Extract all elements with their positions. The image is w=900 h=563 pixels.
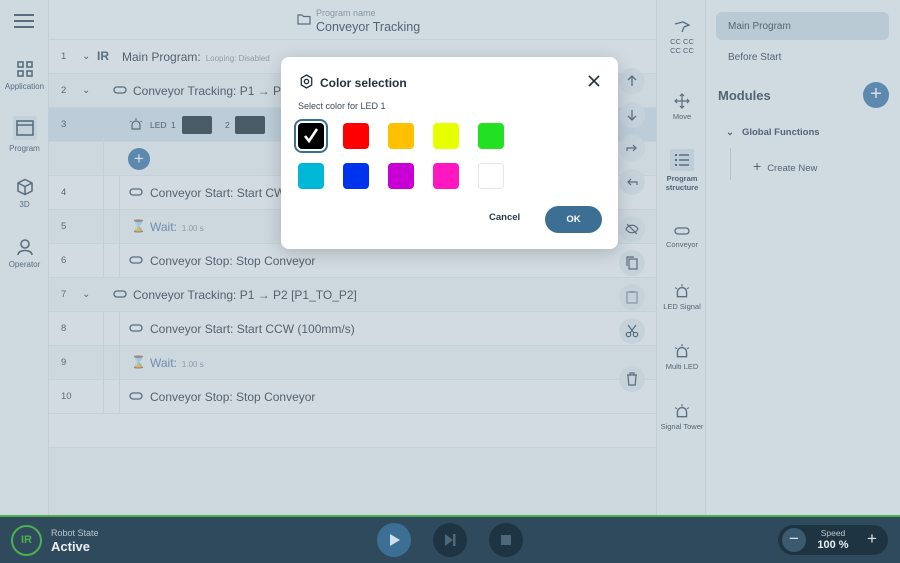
color-swatch[interactable] xyxy=(343,163,369,189)
status-bar: ΙR Robot State Active − Speed 100 % + xyxy=(0,515,900,563)
cancel-button[interactable]: Cancel xyxy=(489,212,520,223)
play-button[interactable] xyxy=(377,523,411,557)
color-swatch[interactable] xyxy=(388,163,414,189)
speed-value: 100 % xyxy=(817,539,849,551)
robot-state-value: Active xyxy=(51,539,91,554)
ok-button[interactable]: OK xyxy=(545,206,602,233)
stop-icon xyxy=(501,535,511,545)
gear-icon xyxy=(300,74,313,89)
color-swatch[interactable] xyxy=(388,123,414,149)
speed-decrease-button[interactable]: − xyxy=(782,528,806,552)
stop-button[interactable] xyxy=(489,523,523,557)
color-swatch[interactable] xyxy=(298,163,324,189)
color-swatch[interactable] xyxy=(433,123,459,149)
dialog-subtitle: Select color for LED 1 xyxy=(298,101,386,111)
checkmark-icon xyxy=(303,128,319,144)
color-swatch[interactable] xyxy=(478,123,504,149)
color-swatch[interactable] xyxy=(343,123,369,149)
speed-increase-button[interactable]: + xyxy=(860,528,884,552)
speed-control: − Speed 100 % + xyxy=(778,525,888,555)
close-icon[interactable] xyxy=(586,73,602,89)
skip-forward-icon xyxy=(445,534,456,546)
robot-state-label: Robot State xyxy=(51,528,99,538)
step-button[interactable] xyxy=(433,523,467,557)
color-swatch[interactable] xyxy=(478,163,504,189)
color-swatch[interactable] xyxy=(433,163,459,189)
color-selection-dialog: Color selection Select color for LED 1 C… xyxy=(281,57,618,249)
play-icon xyxy=(390,534,400,546)
logo-icon: ΙR xyxy=(11,525,42,556)
speed-label: Speed xyxy=(820,528,846,538)
color-swatch[interactable] xyxy=(298,123,324,149)
dialog-title: Color selection xyxy=(320,76,407,90)
